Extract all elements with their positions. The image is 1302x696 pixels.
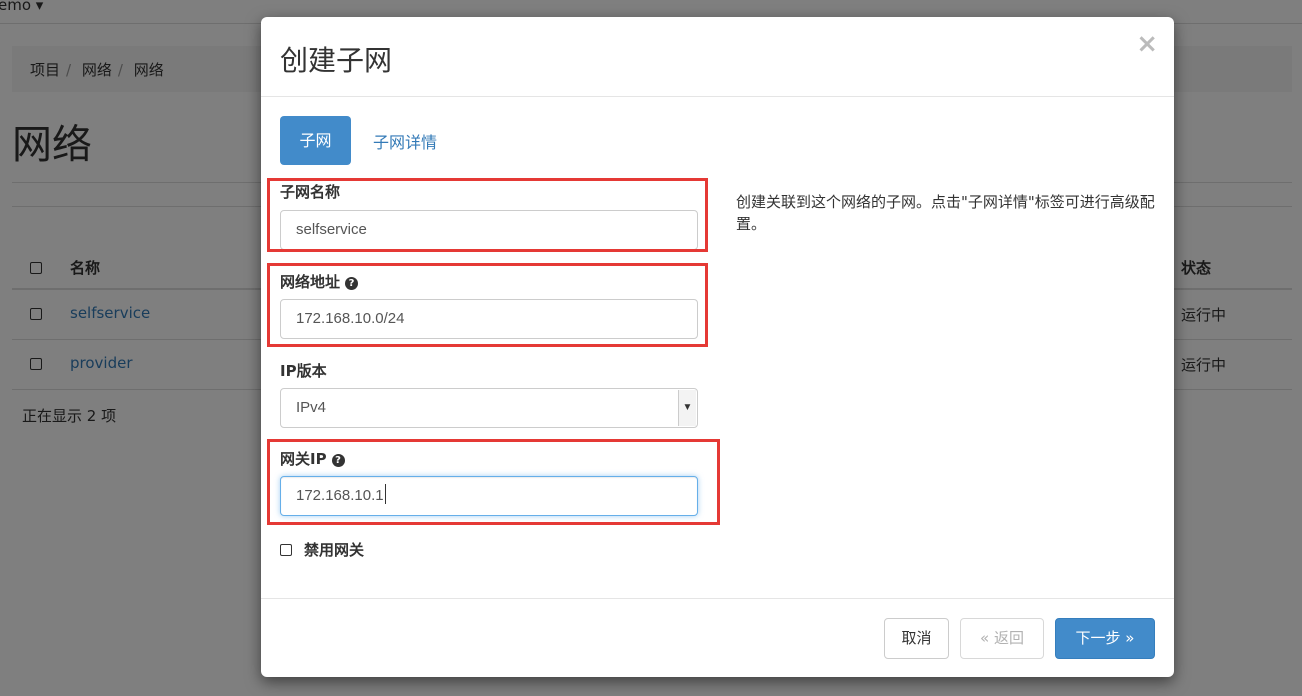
disable-gateway-label: 禁用网关: [304, 541, 365, 559]
checkbox-icon[interactable]: [280, 544, 292, 556]
highlight-box: [267, 263, 708, 347]
ip-version-select[interactable]: IPv4 ▼: [280, 388, 698, 428]
cancel-button[interactable]: 取消: [884, 618, 949, 659]
ip-version-label: IP版本: [280, 362, 327, 380]
back-button[interactable]: « 返回: [960, 618, 1044, 659]
disable-gateway-checkbox-row[interactable]: 禁用网关: [280, 539, 364, 560]
ip-version-selected: IPv4: [296, 399, 327, 416]
tab-subnet[interactable]: 子网: [280, 116, 351, 165]
close-icon[interactable]: ×: [1136, 31, 1158, 57]
highlight-box: [267, 439, 720, 525]
create-subnet-dialog: 创建子网 × 子网 子网详情 子网名称 selfservice 网络地址? 17…: [261, 17, 1174, 677]
modal-footer-divider: [261, 598, 1174, 599]
tab-subnet-details[interactable]: 子网详情: [373, 129, 437, 153]
modal-header: 创建子网 ×: [261, 17, 1174, 97]
highlight-box: [267, 178, 708, 252]
chevron-down-icon[interactable]: ▼: [678, 390, 696, 426]
modal-title: 创建子网: [280, 44, 393, 77]
next-button[interactable]: 下一步 »: [1055, 618, 1155, 659]
help-description: 创建关联到这个网络的子网。点击"子网详情"标签可进行高级配置。: [736, 193, 1155, 233]
